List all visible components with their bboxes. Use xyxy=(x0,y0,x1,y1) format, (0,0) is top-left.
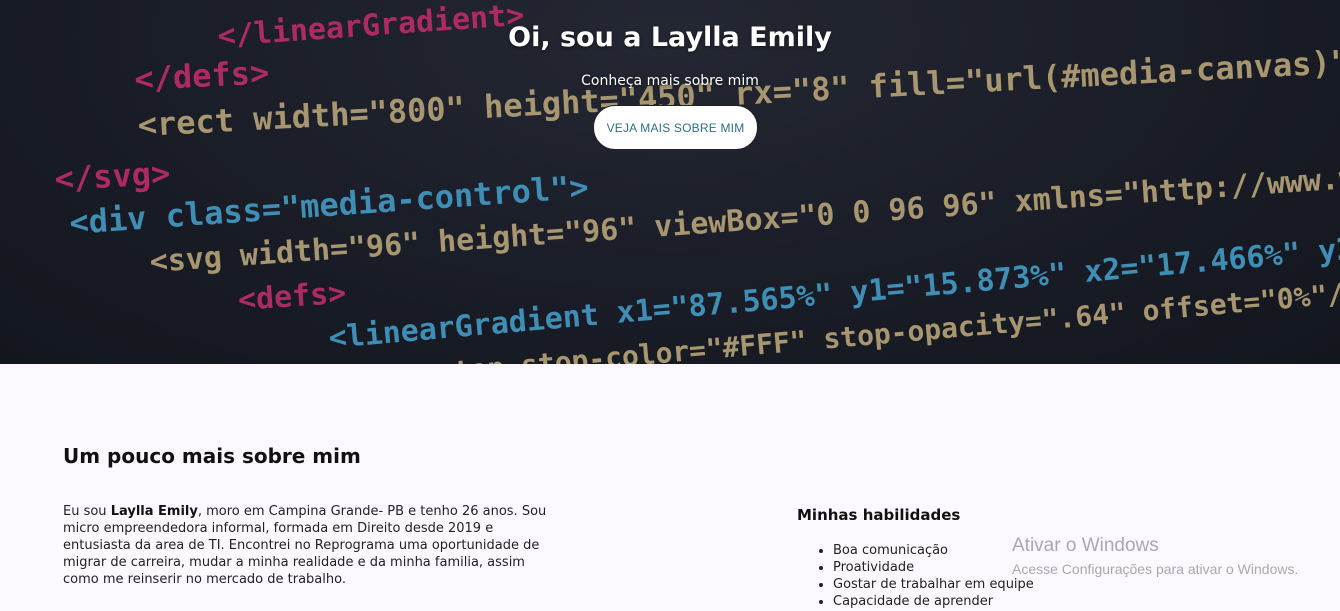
windows-activation-title: Ativar o Windows xyxy=(1012,535,1159,556)
about-paragraph: Eu sou Laylla Emily, moro em Campina Gra… xyxy=(63,503,558,588)
code-background-image: </linearGradient> </defs> <rect width="8… xyxy=(0,0,1340,364)
skills-list: Boa comunicação Proatividade Gostar de t… xyxy=(797,542,1034,610)
skill-item: Proatividade xyxy=(833,559,1034,576)
hero-title: Oi, sou a Laylla Emily xyxy=(508,22,832,53)
hero-overlay xyxy=(0,0,1340,364)
about-heading: Um pouco mais sobre mim xyxy=(63,444,361,468)
windows-activation-subtitle: Acesse Configurações para ativar o Windo… xyxy=(1012,561,1299,577)
skill-item: Capacidade de aprender xyxy=(833,593,1034,610)
skill-item: Boa comunicação xyxy=(833,542,1034,559)
hero-banner: </linearGradient> </defs> <rect width="8… xyxy=(0,0,1340,364)
see-more-button[interactable]: VEJA MAIS SOBRE MIM xyxy=(593,105,758,150)
about-intro-before: Eu sou xyxy=(63,504,111,519)
about-name: Laylla Emily xyxy=(110,504,198,519)
skill-item: Gostar de trabalhar em equipe xyxy=(833,576,1034,593)
hero-subtitle: Conheça mais sobre mim xyxy=(581,73,759,89)
skills-heading: Minhas habilidades xyxy=(797,506,961,524)
